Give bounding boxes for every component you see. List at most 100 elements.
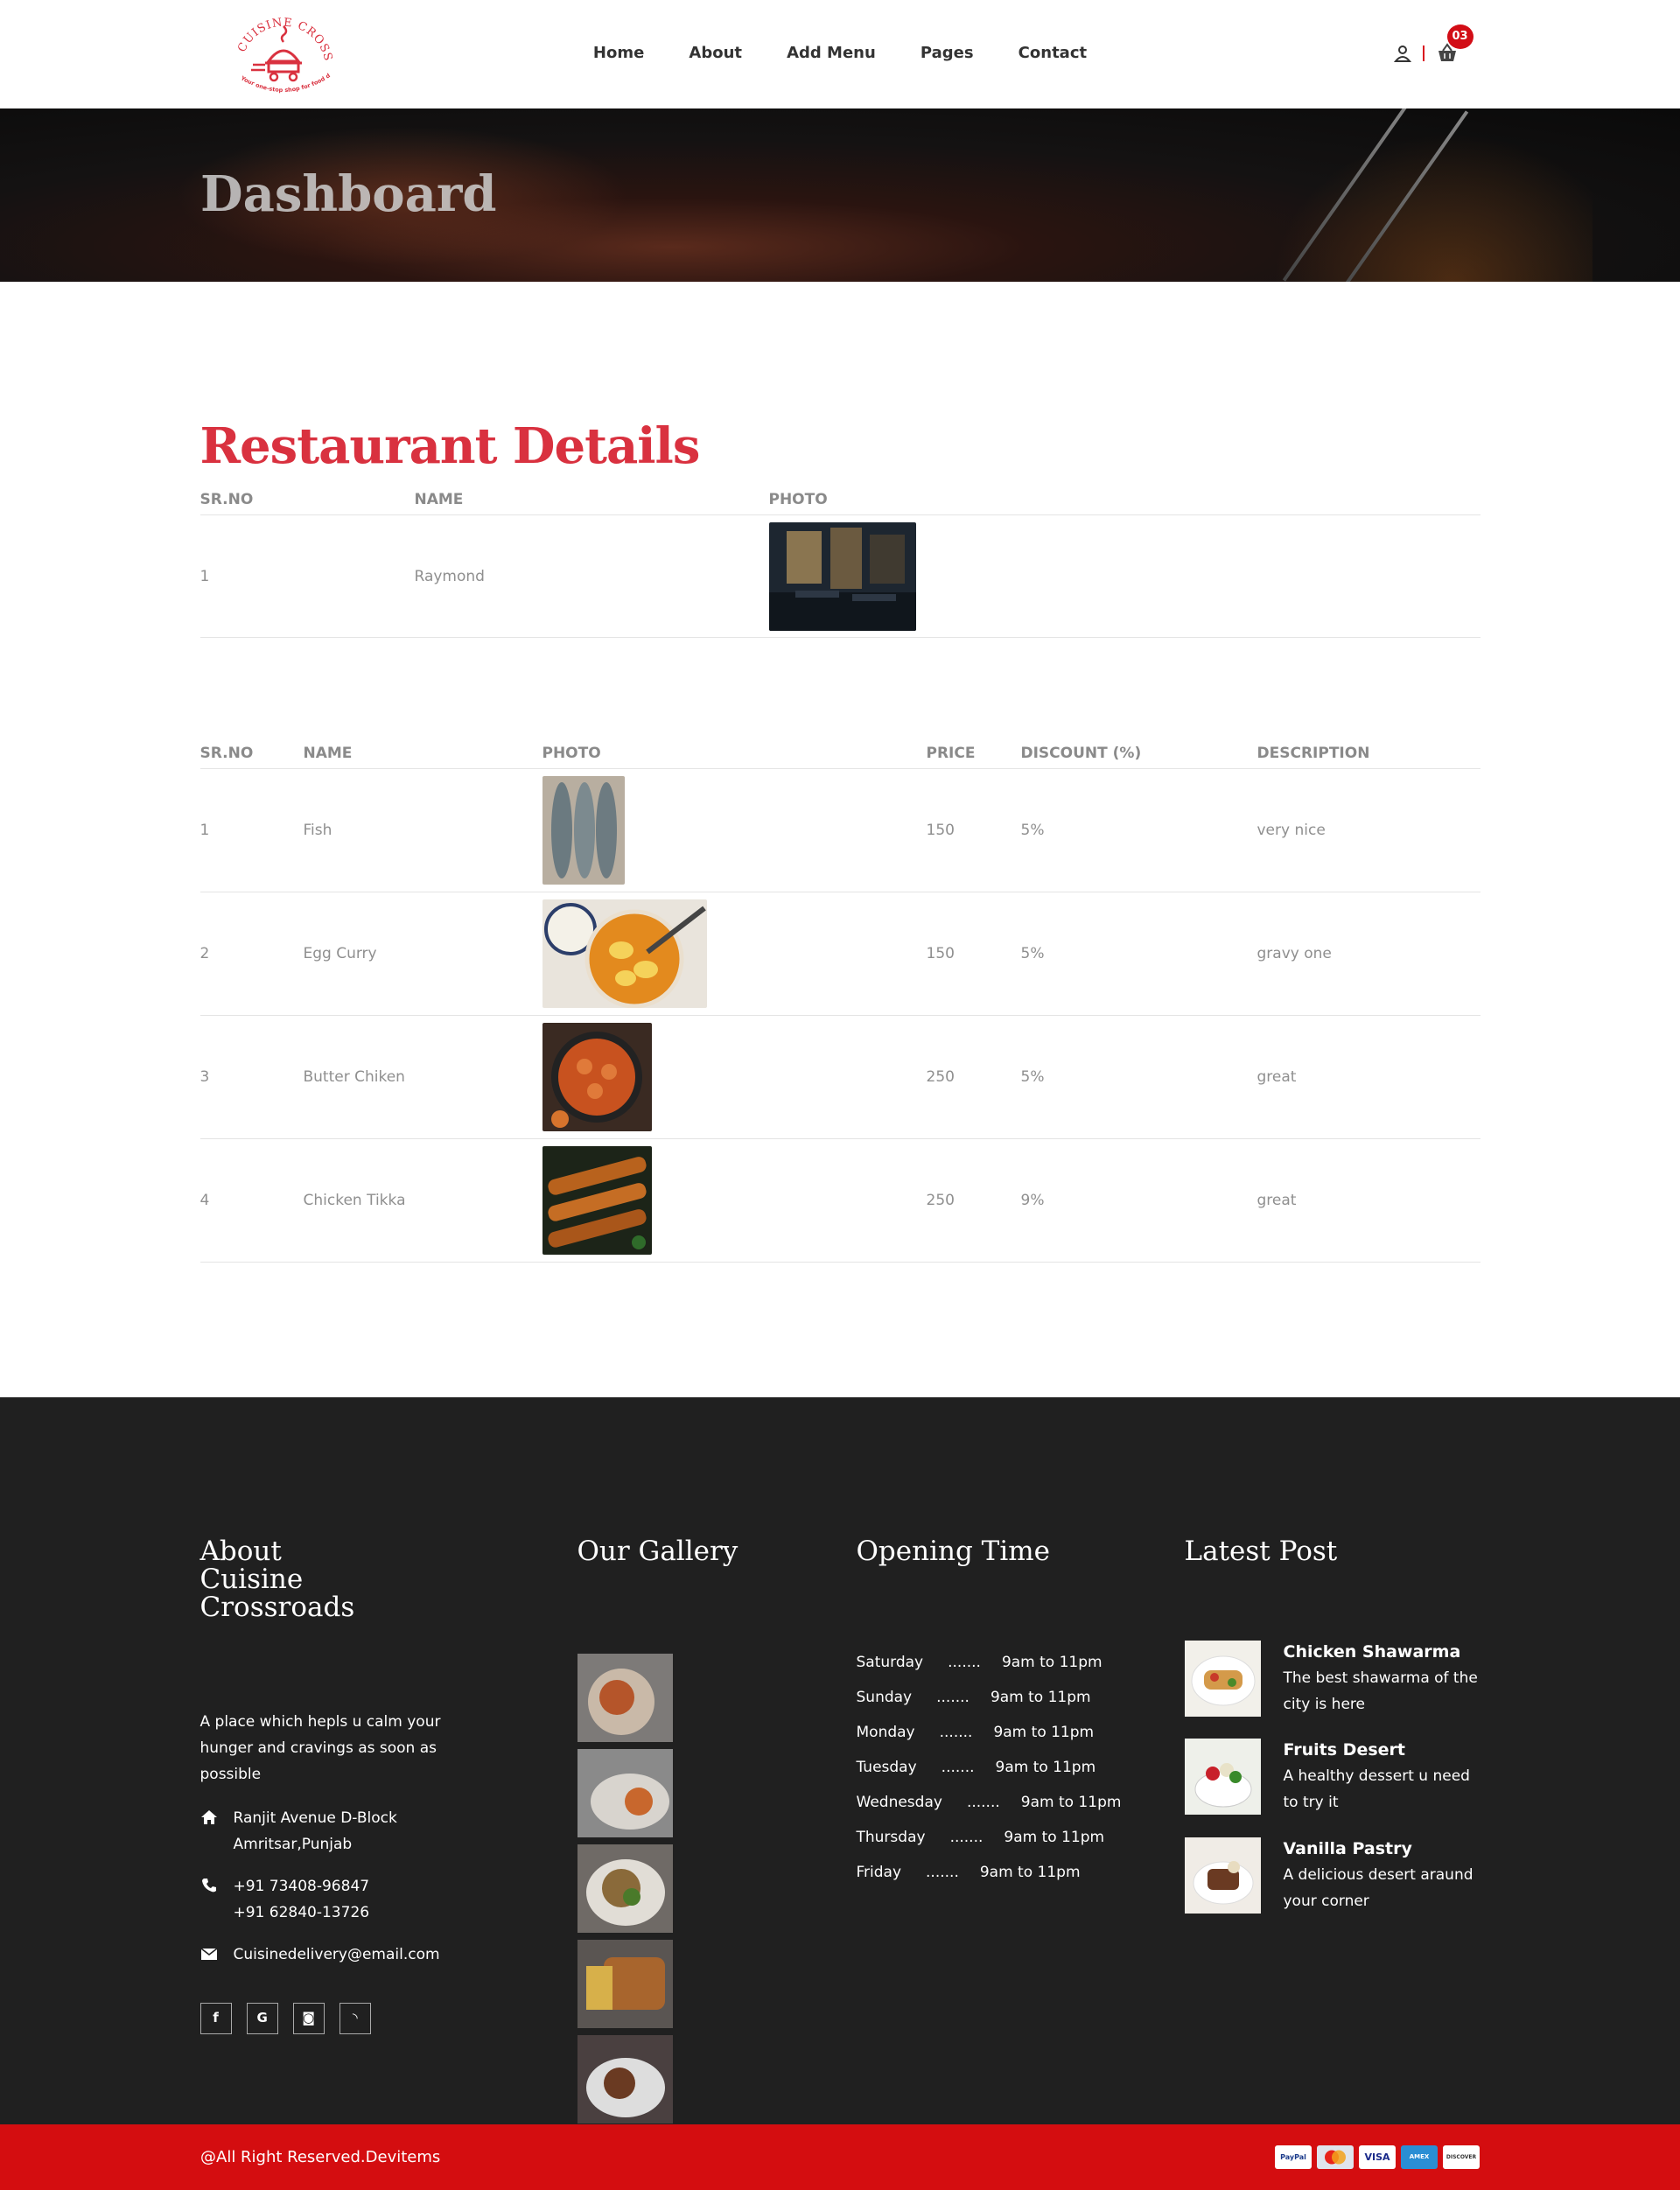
footer-phone: +91 73408-96847 +91 62840-13726 — [200, 1873, 515, 1926]
nav-add-menu[interactable]: Add Menu — [787, 44, 876, 62]
cell-price: 250 — [926, 1138, 1021, 1263]
hours-row: Friday....... 9am to 11pm — [857, 1855, 1145, 1890]
nav-contact[interactable]: Contact — [1018, 44, 1087, 62]
gallery-image[interactable] — [577, 1654, 673, 1742]
cell-price: 150 — [926, 768, 1021, 892]
table-row: 1 Fish 150 5% very nice — [200, 768, 1480, 892]
cell-description: great — [1256, 1015, 1480, 1139]
post-thumbnail — [1184, 1837, 1261, 1914]
column-header: PRICE — [926, 745, 1021, 769]
dots: ....... — [941, 1759, 975, 1776]
copyright-text: @All Right Reserved.Devitems — [200, 2148, 441, 2166]
butter-chicken-photo — [542, 1023, 652, 1131]
visa-icon: VISA — [1359, 2145, 1396, 2169]
footer-gallery: Our Gallery — [577, 1536, 788, 2190]
post-title: Vanilla Pastry — [1283, 1839, 1412, 1858]
time-label: 9am to 11pm — [979, 1864, 1081, 1881]
time-label: 9am to 11pm — [995, 1759, 1096, 1776]
fish-photo — [542, 776, 625, 885]
address-line-1: Ranjit Avenue D-Block — [233, 1809, 397, 1827]
gallery-image[interactable] — [577, 1749, 673, 1837]
cell-photo — [542, 768, 927, 892]
user-icon[interactable] — [1393, 44, 1412, 63]
hours-row: Tuesday....... 9am to 11pm — [857, 1750, 1145, 1785]
cart-count-badge: 03 — [1446, 24, 1474, 49]
footer-gallery-title: Our Gallery — [577, 1536, 738, 1567]
google-icon[interactable]: G — [246, 2003, 278, 2034]
facebook-icon[interactable]: f — [200, 2003, 232, 2034]
gallery-image[interactable] — [577, 1940, 673, 2028]
column-header: PHOTO — [768, 491, 1480, 515]
hours-row: Thursday....... 9am to 11pm — [857, 1820, 1145, 1855]
footer-address: Ranjit Avenue D-Block Amritsar,Punjab — [200, 1805, 515, 1858]
footer-about: About Cuisine Crossroads A place which h… — [200, 1537, 515, 2038]
day-label: Tuesday — [856, 1759, 917, 1776]
cell-srno: 1 — [200, 514, 415, 638]
post-item[interactable]: Chicken Shawarma The best shawarma of th… — [1184, 1641, 1482, 1719]
column-header: SR.NO — [200, 745, 304, 769]
phone-1[interactable]: +91 73408-96847 — [234, 1873, 515, 1900]
restaurant-table: SR.NO NAME PHOTO 1 Raymond — [200, 491, 1480, 638]
instagram-icon[interactable]: ◙ — [292, 2003, 325, 2034]
post-thumbnail — [1184, 1641, 1261, 1717]
site-header: CUISINE CROSSROADS Your one-stop shop fo… — [0, 0, 1680, 108]
mastercard-icon — [1317, 2145, 1354, 2169]
hours-row: Sunday....... 9am to 11pm — [857, 1680, 1145, 1715]
cell-name: Raymond — [414, 514, 769, 638]
paypal-icon: PayPal — [1275, 2145, 1312, 2169]
gallery-grid — [577, 1654, 775, 2190]
table-row: 1 Raymond — [200, 514, 1480, 638]
mastercard-logo — [1325, 2150, 1346, 2165]
column-header: NAME — [414, 491, 769, 515]
header-separator — [1422, 45, 1424, 61]
cell-name: Butter Chiken — [303, 1015, 542, 1139]
column-header: SR.NO — [200, 491, 415, 515]
page-banner: Dashboard — [0, 108, 1680, 282]
main-nav: Home About Add Menu Pages Contact — [200, 44, 1480, 62]
footer-latest-posts: Latest Post Chicken Shawarma The best sh… — [1184, 1536, 1482, 1914]
footer-latest-title: Latest Post — [1184, 1536, 1338, 1567]
post-desc: A delicious desert araund your corner — [1283, 1866, 1474, 1910]
dots: ....... — [948, 1654, 981, 1671]
gallery-image[interactable] — [577, 1844, 673, 1933]
cell-description: great — [1256, 1138, 1480, 1263]
column-header: NAME — [303, 745, 542, 769]
gallery-image[interactable] — [577, 2035, 673, 2124]
amex-icon: AMEX — [1401, 2145, 1438, 2169]
nav-about[interactable]: About — [689, 44, 742, 62]
menu-table: SR.NO NAME PHOTO PRICE DISCOUNT (%) DESC… — [200, 745, 1480, 1263]
hours-row: Monday....... 9am to 11pm — [857, 1715, 1145, 1750]
cell-srno: 4 — [200, 1138, 304, 1263]
hours-row: Saturday....... 9am to 11pm — [857, 1645, 1145, 1680]
rss-icon[interactable]: ◝ — [339, 2003, 371, 2034]
address-line-2: Amritsar,Punjab — [233, 1836, 353, 1853]
post-thumbnail — [1184, 1739, 1261, 1815]
cell-price: 250 — [926, 1015, 1021, 1139]
time-label: 9am to 11pm — [1004, 1829, 1105, 1846]
cell-discount: 5% — [1020, 1015, 1257, 1139]
social-links: f G ◙ ◝ — [200, 2003, 515, 2038]
post-item[interactable]: Vanilla Pastry A delicious desert araund… — [1184, 1837, 1482, 1916]
time-label: 9am to 11pm — [1020, 1794, 1122, 1811]
column-header: PHOTO — [542, 745, 927, 769]
discover-icon: DISCOVER — [1443, 2145, 1480, 2169]
post-title: Fruits Desert — [1283, 1740, 1406, 1760]
table-row: 2 Egg Curry 150 5% gravy one — [200, 892, 1480, 1016]
phone-2[interactable]: +91 62840-13726 — [234, 1900, 515, 1926]
cell-discount: 9% — [1020, 1138, 1257, 1263]
nav-pages[interactable]: Pages — [920, 44, 974, 62]
cell-discount: 5% — [1020, 768, 1257, 892]
nav-home[interactable]: Home — [593, 44, 644, 62]
email-link[interactable]: Cuisinedelivery@email.com — [234, 1942, 515, 1968]
cell-srno: 3 — [200, 1015, 304, 1139]
footer-email: Cuisinedelivery@email.com — [200, 1942, 515, 1968]
header-actions: 03 — [1393, 24, 1480, 68]
opening-hours-list: Saturday....... 9am to 11pm Sunday.......… — [857, 1645, 1145, 1890]
day-label: Sunday — [856, 1689, 913, 1706]
table-row: 3 Butter Chiken 250 5% great — [200, 1015, 1480, 1139]
column-header: DISCOUNT (%) — [1020, 745, 1257, 769]
cell-name: Chicken Tikka — [303, 1138, 542, 1263]
day-label: Friday — [856, 1864, 902, 1881]
cell-discount: 5% — [1020, 892, 1257, 1016]
post-item[interactable]: Fruits Desert A healthy dessert u need t… — [1184, 1739, 1482, 1817]
